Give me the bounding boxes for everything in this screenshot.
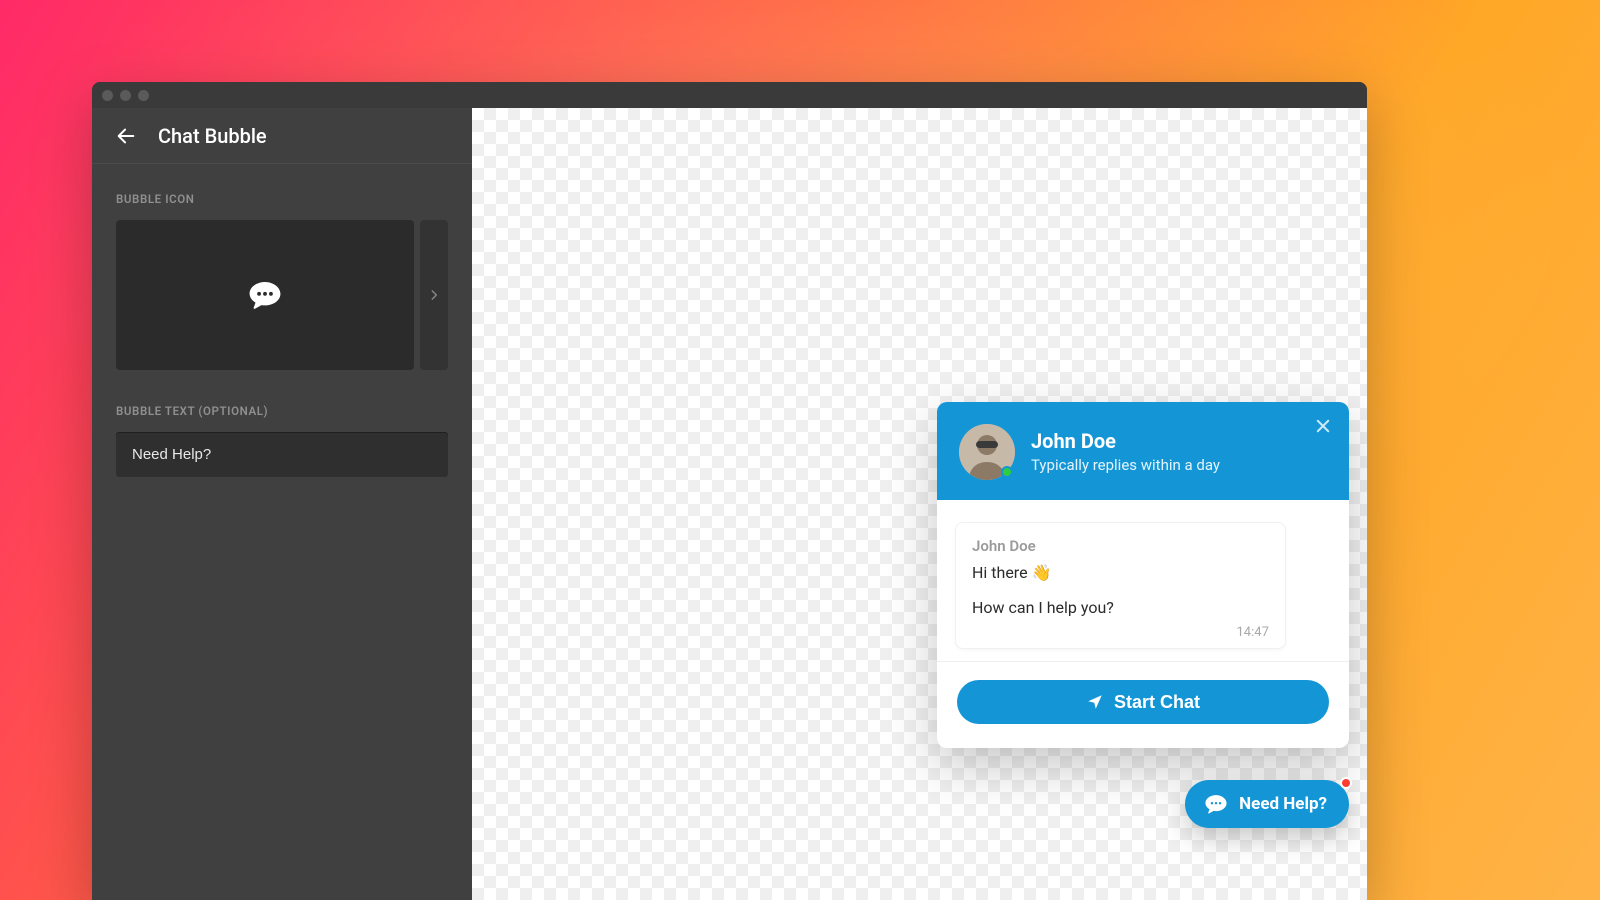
sidebar-content: BUBBLE ICON BUBBLE TEXT (OPTIO	[92, 164, 472, 900]
message-line-1: Hi there 👋	[972, 561, 1269, 584]
window-titlebar	[92, 82, 1367, 108]
traffic-light-close[interactable]	[102, 90, 113, 101]
message-sender: John Doe	[972, 537, 1269, 555]
chat-header: John Doe Typically replies within a day	[937, 402, 1349, 500]
chat-launcher-bubble[interactable]: Need Help?	[1185, 780, 1349, 828]
agent-subtitle: Typically replies within a day	[1031, 456, 1220, 474]
avatar-wrap	[959, 424, 1015, 480]
bubble-icon-picker	[116, 220, 448, 370]
chat-body: John Doe Hi there 👋 How can I help you? …	[937, 500, 1349, 662]
chevron-right-icon	[427, 288, 441, 302]
bubble-text-input[interactable]	[116, 432, 448, 477]
close-icon	[1314, 417, 1332, 435]
settings-sidebar: Chat Bubble BUBBLE ICON	[92, 108, 472, 900]
preview-canvas: John Doe Typically replies within a day …	[472, 108, 1367, 900]
online-status-dot	[1001, 466, 1013, 478]
app-body: Chat Bubble BUBBLE ICON	[92, 108, 1367, 900]
sidebar-header: Chat Bubble	[92, 108, 472, 164]
traffic-light-zoom[interactable]	[138, 90, 149, 101]
arrow-left-icon	[115, 125, 137, 147]
send-icon	[1086, 693, 1104, 711]
chat-footer: Start Chat	[937, 662, 1349, 748]
agent-info: John Doe Typically replies within a day	[1031, 429, 1220, 474]
notification-dot	[1340, 777, 1352, 789]
agent-name: John Doe	[1031, 429, 1220, 453]
start-chat-button[interactable]: Start Chat	[957, 680, 1329, 724]
message-line-2: How can I help you?	[972, 596, 1269, 619]
close-chat-button[interactable]	[1313, 416, 1333, 436]
chat-bubble-icon	[246, 276, 284, 314]
chat-widget: John Doe Typically replies within a day …	[937, 402, 1349, 748]
traffic-light-minimize[interactable]	[120, 90, 131, 101]
back-button[interactable]	[112, 122, 140, 150]
section-label-bubble-text: BUBBLE TEXT (OPTIONAL)	[116, 404, 448, 418]
section-label-bubble-icon: BUBBLE ICON	[116, 192, 448, 206]
chat-launcher-label: Need Help?	[1239, 794, 1327, 814]
chat-message: John Doe Hi there 👋 How can I help you? …	[955, 522, 1286, 649]
bubble-icon-option-selected[interactable]	[116, 220, 414, 370]
start-chat-label: Start Chat	[1114, 692, 1200, 713]
app-window: Chat Bubble BUBBLE ICON	[92, 82, 1367, 900]
chat-bubble-icon	[1203, 791, 1229, 817]
sidebar-title: Chat Bubble	[158, 124, 267, 148]
message-timestamp: 14:47	[972, 625, 1269, 640]
bubble-icon-next-button[interactable]	[420, 220, 448, 370]
